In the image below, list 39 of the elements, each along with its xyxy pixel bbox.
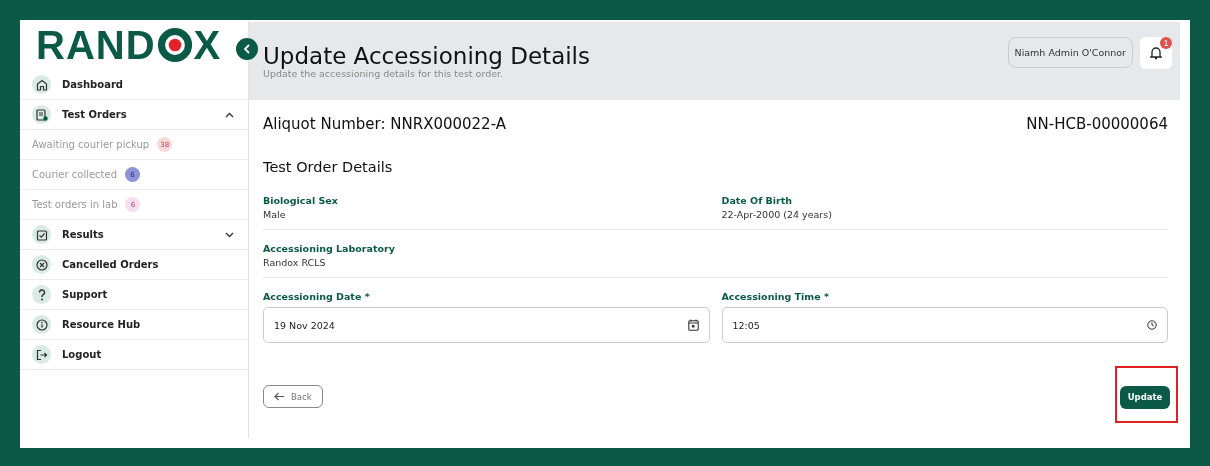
back-button[interactable]: Back xyxy=(263,385,323,408)
sidebar-item[interactable]: Cancelled Orders xyxy=(20,250,248,280)
sidebar-item[interactable]: Dashboard xyxy=(20,70,248,100)
field-label: Biological Sex xyxy=(263,195,339,206)
calendar-icon xyxy=(687,319,699,331)
sidebar-item[interactable]: Resource Hub xyxy=(20,310,248,340)
cancel-icon xyxy=(35,258,48,271)
order-reference: NN-HCB-00000064 xyxy=(1026,115,1168,133)
chevron-left-icon xyxy=(243,44,251,54)
collapse-button[interactable] xyxy=(236,38,258,60)
aliquot-number: Aliquot Number: NNRX000022-A xyxy=(263,115,506,133)
date-field[interactable]: 19 Nov 2024 xyxy=(263,307,710,343)
update-button[interactable]: Update xyxy=(1120,385,1170,409)
sidebar-item[interactable]: Support xyxy=(20,280,248,310)
notification-badge: 1 xyxy=(1160,37,1172,49)
info-icon xyxy=(35,318,48,331)
field-label: Accessioning Laboratory xyxy=(263,243,396,254)
home-icon xyxy=(35,78,48,91)
section-title: Test Order Details xyxy=(263,159,394,175)
clock-icon xyxy=(1147,320,1157,330)
field-value: Male xyxy=(263,209,287,220)
bell-icon xyxy=(1150,46,1162,60)
sidebar-item[interactable]: Test Orders xyxy=(20,100,248,130)
field-label: Accessioning Time * xyxy=(721,291,830,302)
field-label: Accessioning Date * xyxy=(263,291,371,302)
field-value: 22-Apr-2000 (24 years) xyxy=(721,209,833,220)
document-icon xyxy=(35,108,48,121)
field-value: Randox RCLS xyxy=(263,257,327,268)
logout-icon xyxy=(35,348,48,361)
sidebar-item[interactable]: Logout xyxy=(20,340,248,370)
time-field[interactable]: 12:05 xyxy=(721,307,1168,343)
question-icon xyxy=(37,288,46,301)
field-label: Date Of Birth xyxy=(721,195,794,206)
notification-button[interactable]: 1 xyxy=(1140,37,1172,69)
clipboard-check-icon xyxy=(35,228,48,241)
randox-logo: RAND X xyxy=(35,21,222,69)
user-button[interactable]: Niamh Admin O'Connor xyxy=(1007,37,1133,68)
arrow-left-icon xyxy=(274,392,285,401)
sidebar-item[interactable]: Results xyxy=(20,220,248,250)
